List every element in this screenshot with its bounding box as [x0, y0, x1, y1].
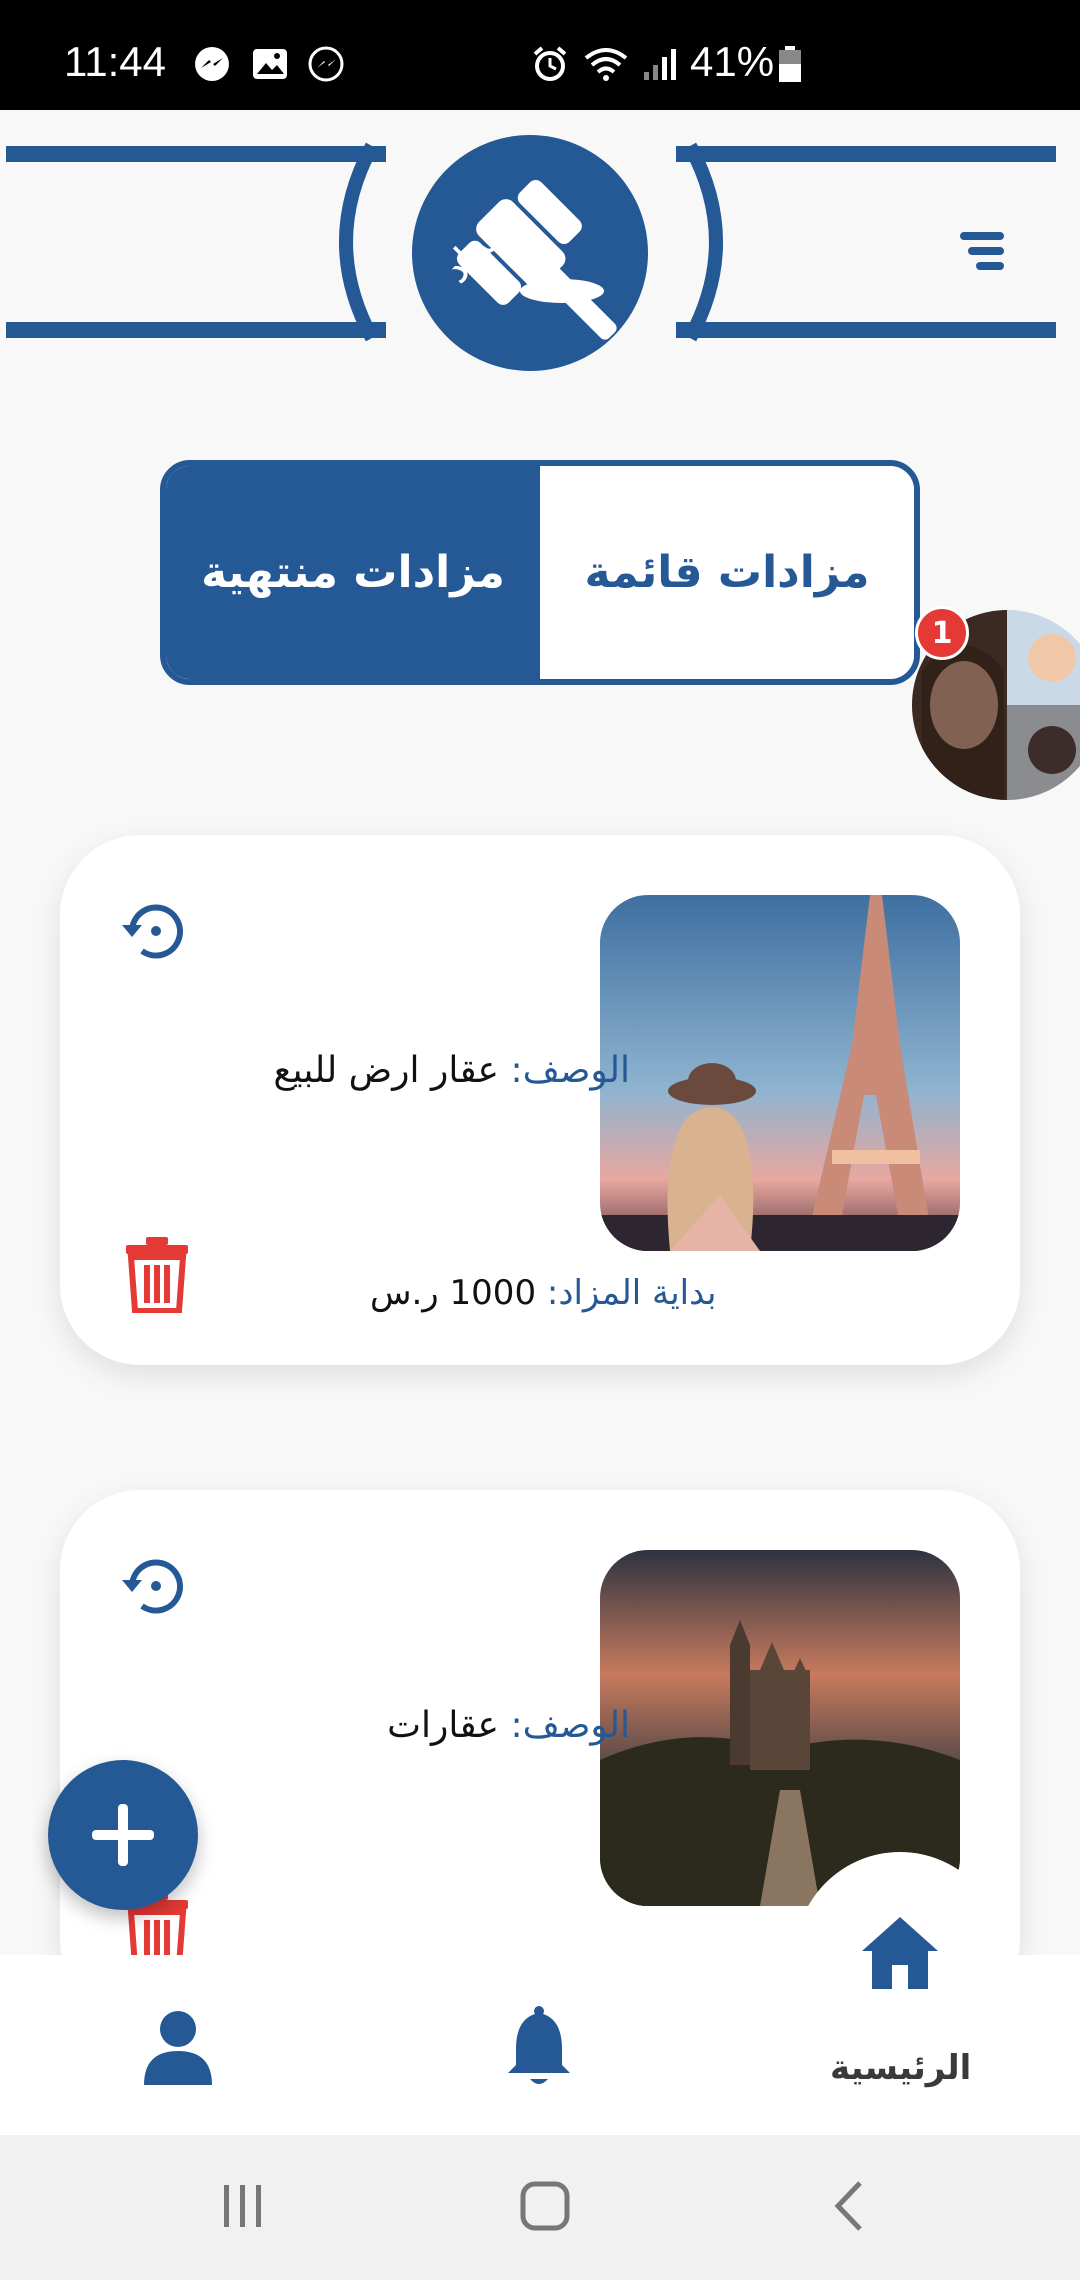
- home-button-icon[interactable]: [518, 2179, 572, 2233]
- battery-icon: [779, 46, 801, 82]
- messenger-icon: [195, 47, 229, 81]
- eiffel-tower-image: [600, 895, 960, 1251]
- auction-image: [600, 895, 960, 1251]
- alarm-icon: [533, 46, 567, 81]
- tab-ended-label: مزادات منتهية: [201, 547, 505, 598]
- tab-ongoing-label: مزادات قائمة: [584, 547, 870, 598]
- start-price-label: بداية المزاد:: [546, 1273, 717, 1313]
- status-time: 11:44: [64, 38, 166, 85]
- description-value: عقار ارض للبيع: [273, 1050, 500, 1091]
- plus-icon: [92, 1804, 154, 1866]
- status-bar: 11:44 41%: [0, 0, 1080, 110]
- add-auction-button[interactable]: [48, 1760, 198, 1910]
- home-icon[interactable]: [860, 1915, 940, 1991]
- description-value: عقارات: [387, 1705, 500, 1746]
- notifications-icon[interactable]: [504, 2005, 574, 2089]
- tab-ended-auctions[interactable]: مزادات منتهية: [166, 466, 540, 679]
- battery-percent: 41%: [690, 38, 775, 85]
- history-icon[interactable]: [118, 895, 190, 967]
- auction-description: الوصف: عقارات: [387, 1705, 630, 1746]
- wifi-icon: [584, 48, 628, 81]
- trash-icon[interactable]: [122, 1235, 192, 1313]
- back-icon[interactable]: [830, 2179, 870, 2233]
- home-nav-label[interactable]: الرئيسية: [830, 2048, 971, 2088]
- system-navigation-bar: [0, 2135, 1080, 2280]
- messenger-outline-icon: [308, 46, 344, 82]
- history-icon[interactable]: [118, 1550, 190, 1622]
- auction-start-price: بداية المزاد: 1000 ر.س: [370, 1273, 716, 1313]
- start-price-value: 1000 ر.س: [370, 1273, 537, 1313]
- auction-tabs: مزادات منتهية مزادات قائمة: [160, 460, 920, 685]
- description-label: الوصف:: [510, 1050, 630, 1091]
- profile-icon[interactable]: [138, 2007, 218, 2087]
- app-header: مزاد: [0, 110, 1080, 400]
- screen: 11:44 41% مزاد مزادات منتهية مزادات قائم…: [0, 0, 1080, 2280]
- auction-description: الوصف: عقار ارض للبيع: [273, 1050, 630, 1091]
- description-label: الوصف:: [510, 1705, 630, 1746]
- auction-card[interactable]: الوصف: عقار ارض للبيع بداية المزاد: 1000…: [60, 835, 1020, 1365]
- app-logo: مزاد: [412, 135, 648, 371]
- recent-apps-icon[interactable]: [218, 2181, 268, 2231]
- gallery-icon: [253, 49, 287, 79]
- chat-unread-badge: 1: [915, 606, 969, 660]
- signal-icon: [644, 49, 676, 80]
- menu-icon[interactable]: [954, 226, 1010, 276]
- tab-ongoing-auctions[interactable]: مزادات قائمة: [540, 466, 914, 679]
